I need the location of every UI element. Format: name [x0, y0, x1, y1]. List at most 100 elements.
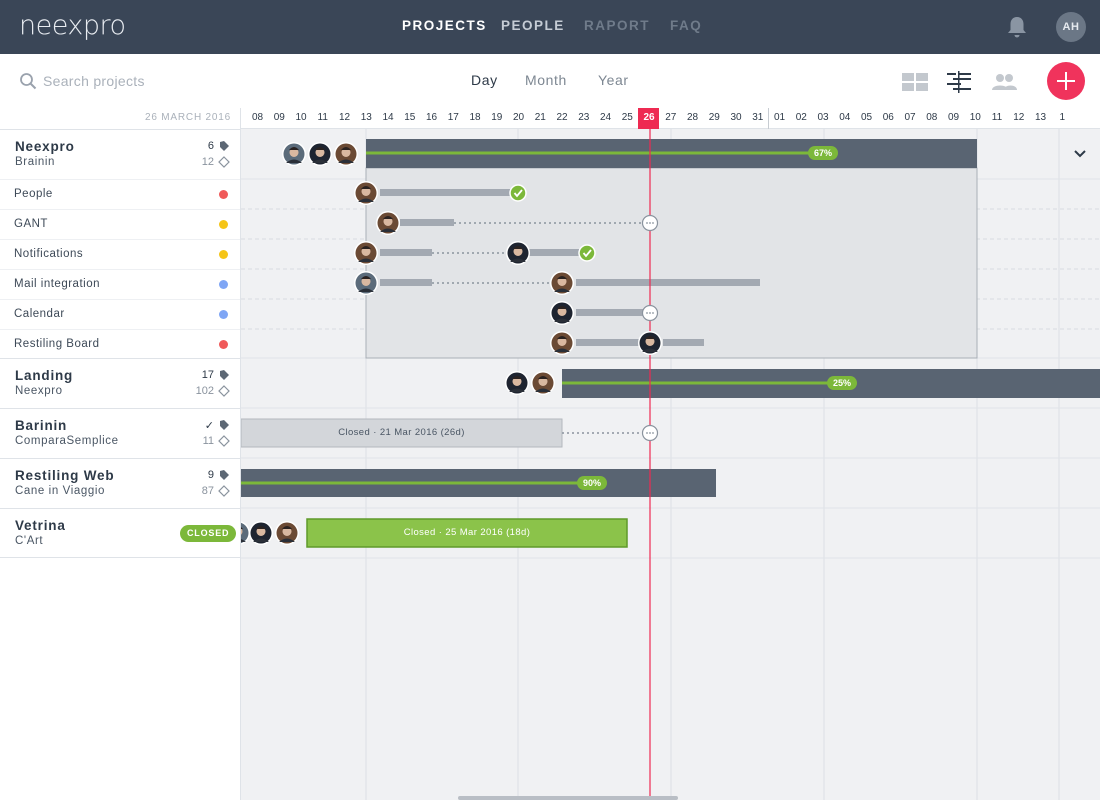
- project-row-landing[interactable]: Landing Neexpro 17 102: [0, 358, 240, 408]
- gantt-view-icon[interactable]: [945, 71, 973, 93]
- day-label[interactable]: 21: [530, 112, 551, 123]
- day-label[interactable]: 06: [878, 112, 899, 123]
- nav-faq[interactable]: FAQ: [670, 18, 702, 33]
- gantt-canvas: [241, 129, 1100, 800]
- day-label[interactable]: 19: [486, 112, 507, 123]
- pending-dot: [646, 432, 648, 434]
- filled-tag-icon: [220, 370, 229, 380]
- day-label[interactable]: 01: [769, 112, 790, 123]
- nav-raport[interactable]: RAPORT: [584, 18, 650, 33]
- day-label[interactable]: 25: [617, 112, 638, 123]
- day-label[interactable]: 04: [834, 112, 855, 123]
- day-label[interactable]: 09: [269, 112, 290, 123]
- task-bar: [380, 189, 510, 196]
- project-client: Cane in Viaggio: [15, 485, 105, 497]
- filled-count: 9: [207, 469, 214, 481]
- day-label[interactable]: 07: [900, 112, 921, 123]
- scale-tab-year[interactable]: Year: [598, 72, 629, 88]
- day-label[interactable]: 10: [965, 112, 986, 123]
- day-label[interactable]: 15: [399, 112, 420, 123]
- day-label[interactable]: 1: [1052, 112, 1073, 123]
- horizontal-scrollbar[interactable]: [458, 796, 678, 800]
- task-color-dot: [219, 190, 228, 199]
- app-logo[interactable]: neexpro: [19, 10, 126, 41]
- day-label[interactable]: 14: [378, 112, 399, 123]
- day-label[interactable]: 03: [813, 112, 834, 123]
- nav-people[interactable]: PEOPLE: [501, 18, 565, 33]
- task-bar: [576, 339, 644, 346]
- chevron-down-icon[interactable]: [1072, 146, 1088, 162]
- day-label[interactable]: 11: [987, 112, 1008, 123]
- scale-tab-month[interactable]: Month: [525, 72, 567, 88]
- add-project-button[interactable]: [1047, 62, 1085, 100]
- nav-projects[interactable]: PROJECTS: [402, 18, 487, 33]
- grid-view-icon[interactable]: [901, 71, 929, 93]
- search-input[interactable]: [43, 71, 243, 91]
- project-title: Vetrina: [15, 518, 66, 533]
- day-label[interactable]: 05: [856, 112, 877, 123]
- day-label[interactable]: 29: [704, 112, 725, 123]
- project-row-vetrina[interactable]: Vetrina C'Art CLOSED: [0, 508, 240, 558]
- day-label[interactable]: 31: [747, 112, 768, 123]
- task-row[interactable]: Notifications: [0, 239, 240, 269]
- day-label[interactable]: 23: [573, 112, 594, 123]
- project-row-restiling-web[interactable]: Restiling Web Cane in Viaggio 9 87: [0, 458, 240, 508]
- day-label[interactable]: 18: [465, 112, 486, 123]
- day-label[interactable]: 02: [791, 112, 812, 123]
- day-label[interactable]: 30: [726, 112, 747, 123]
- filled-tag-icon: [220, 420, 229, 430]
- project-client: ComparaSemplice: [15, 435, 119, 447]
- filled-count: 17: [201, 369, 214, 381]
- check-icon: [578, 244, 596, 262]
- day-label[interactable]: 13: [356, 112, 377, 123]
- outline-tag-icon: [218, 385, 230, 397]
- outline-count: 87: [201, 485, 214, 497]
- task-bar: [400, 219, 454, 226]
- task-label: Notifications: [14, 248, 84, 260]
- day-label[interactable]: 08: [921, 112, 942, 123]
- task-row[interactable]: Calendar: [0, 299, 240, 329]
- task-row[interactable]: Mail integration: [0, 269, 240, 299]
- pending-dot: [649, 222, 651, 224]
- outline-count: 12: [201, 156, 214, 168]
- pending-dot: [646, 222, 648, 224]
- day-label[interactable]: 10: [291, 112, 312, 123]
- check-icon: [509, 184, 527, 202]
- day-label[interactable]: 22: [552, 112, 573, 123]
- day-label[interactable]: 20: [508, 112, 529, 123]
- day-label[interactable]: 16: [421, 112, 442, 123]
- day-label[interactable]: 12: [1008, 112, 1029, 123]
- progress-pill: 67%: [808, 146, 839, 160]
- project-title: Landing: [15, 368, 74, 383]
- project-client: C'Art: [15, 535, 44, 547]
- project-row-barinin[interactable]: Barinin ComparaSemplice ✓ 11: [0, 408, 240, 458]
- day-label[interactable]: 28: [682, 112, 703, 123]
- day-label[interactable]: 08: [247, 112, 268, 123]
- day-label[interactable]: 24: [595, 112, 616, 123]
- day-label[interactable]: 09: [943, 112, 964, 123]
- completed-check: ✓: [204, 420, 214, 432]
- current-date-label: 26 MARCH 2016: [145, 112, 231, 123]
- closed-badge: CLOSED: [180, 525, 237, 542]
- task-bar: [576, 279, 760, 286]
- task-bar: [380, 249, 432, 256]
- pending-dot: [649, 432, 651, 434]
- scale-tab-day[interactable]: Day: [471, 72, 498, 88]
- notification-bell-icon[interactable]: [1006, 15, 1028, 39]
- day-label[interactable]: 13: [1030, 112, 1051, 123]
- people-view-icon[interactable]: [990, 71, 1018, 93]
- task-row[interactable]: Restiling Board: [0, 329, 240, 359]
- project-row-neexpro[interactable]: Neexpro Brainin 6 12: [0, 129, 240, 179]
- gantt-chart-area: 67% 25% 90% Closed · 21 Mar 2016 (26d) C…: [241, 129, 1100, 800]
- day-label[interactable]: 27: [660, 112, 681, 123]
- task-row[interactable]: GANT: [0, 209, 240, 239]
- day-label[interactable]: 12: [334, 112, 355, 123]
- task-row[interactable]: People: [0, 179, 240, 209]
- project-title: Restiling Web: [15, 468, 115, 483]
- pending-dot: [646, 312, 648, 314]
- user-avatar[interactable]: AH: [1056, 12, 1086, 42]
- day-label[interactable]: 17: [443, 112, 464, 123]
- project-title: Neexpro: [15, 139, 75, 154]
- day-label[interactable]: 11: [312, 112, 333, 123]
- day-label[interactable]: 26: [639, 112, 660, 123]
